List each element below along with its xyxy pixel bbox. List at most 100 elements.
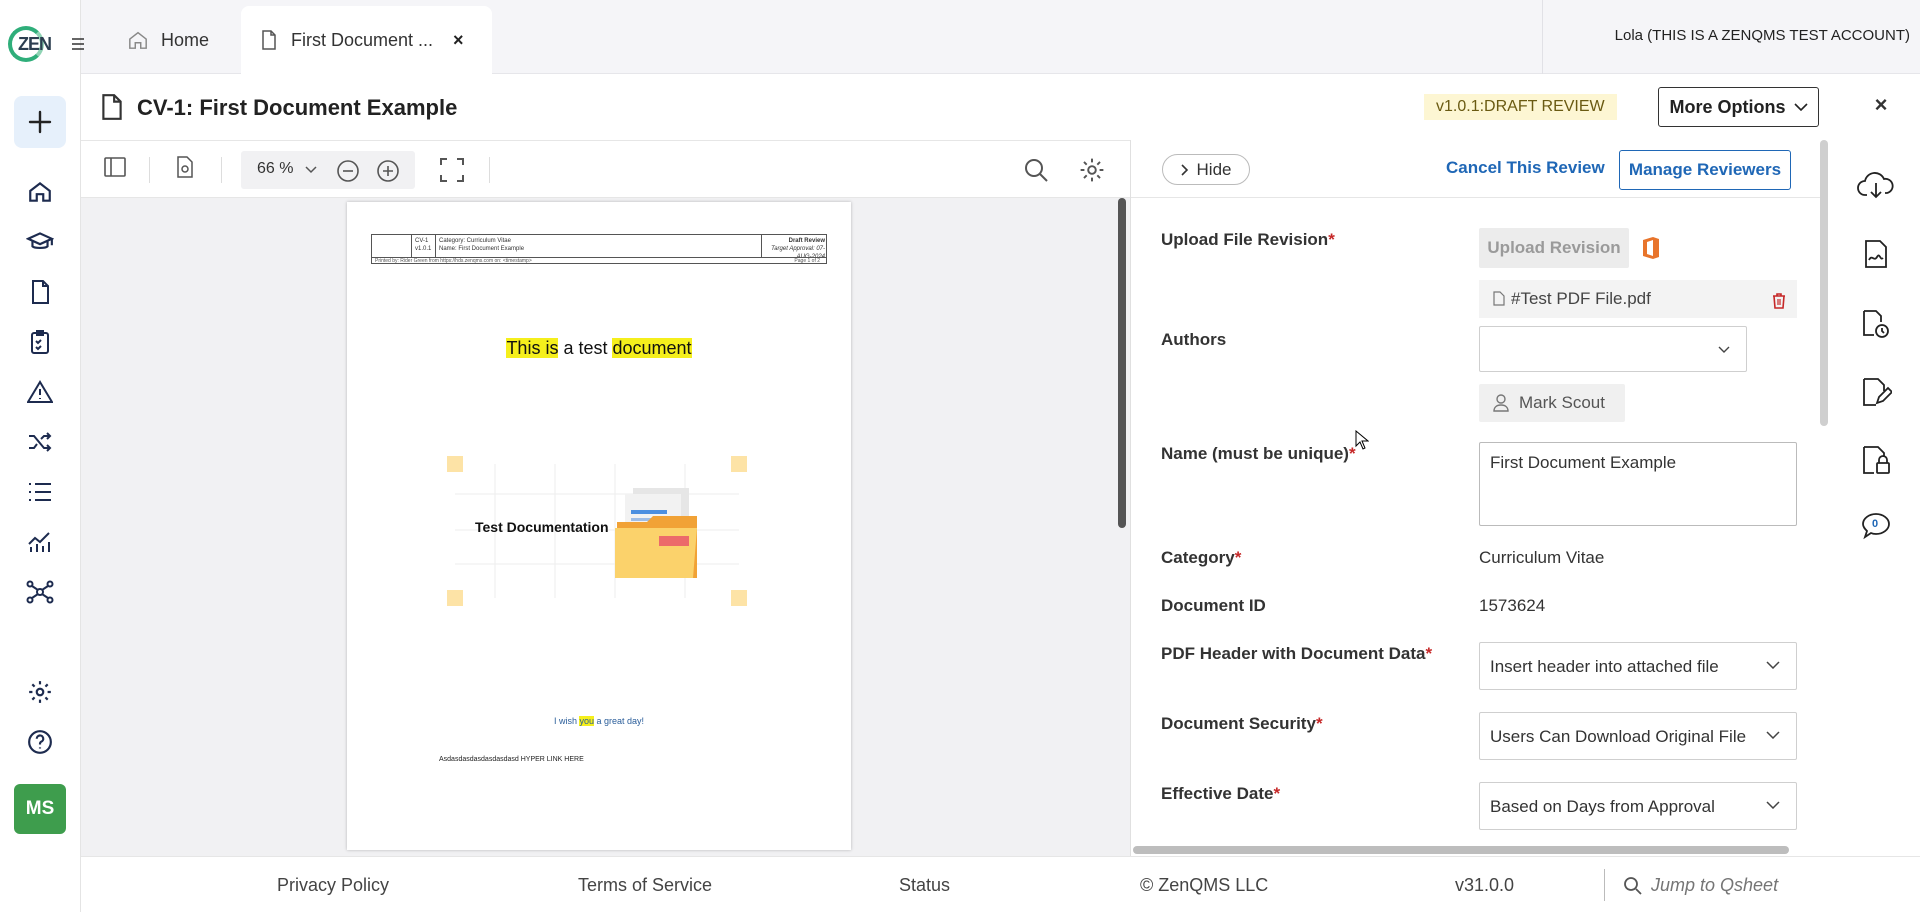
pdf-heading: This is a test document [506,338,692,358]
gear-icon[interactable] [1079,157,1105,183]
footer: Privacy Policy Terms of Service Status ©… [81,856,1920,912]
tab-document-label: First Document ... [291,29,434,50]
home-icon [129,31,147,49]
edit-document-button[interactable] [1856,372,1896,412]
more-options-button[interactable]: More Options [1658,87,1819,127]
privacy-policy-link[interactable]: Privacy Policy [277,875,389,896]
office-icon[interactable] [1641,236,1661,260]
comments-count: 0 [1872,518,1879,530]
trash-icon[interactable] [1771,292,1787,309]
pdf-viewer[interactable]: CV-1 v1.0.1 Category: Curriculum Vitae N… [81,198,1130,856]
cloud-download-icon [1857,172,1894,199]
nav-issues[interactable] [26,378,54,406]
tab-bar: Home First Document ... × Lola (THIS IS … [72,0,1920,74]
tab-document[interactable]: First Document ... × [241,6,492,74]
manage-reviewers-button[interactable]: Manage Reviewers [1619,150,1791,190]
shuffle-icon [29,432,52,452]
panel-horizontal-scrollbar[interactable] [1133,846,1789,854]
pdf-document-header: CV-1 v1.0.1 Category: Curriculum Vitae N… [371,234,827,264]
nav-documents[interactable] [26,278,54,306]
tab-home[interactable]: Home [127,6,209,74]
right-toolbar: 0 [1834,140,1920,856]
zoom-control: 66 % [241,151,415,189]
attached-file-row[interactable]: #Test PDF File.pdf [1479,280,1797,318]
search-icon[interactable] [1023,157,1049,183]
illustration-label: Test Documentation [475,519,609,535]
nav-training[interactable] [26,228,54,256]
terms-of-service-link[interactable]: Terms of Service [578,875,712,896]
close-document-button[interactable]: × [1868,92,1894,118]
hide-panel-button[interactable]: Hide [1162,154,1250,185]
toolbar-divider [149,157,150,183]
nav-home[interactable] [26,178,54,206]
status-link[interactable]: Status [899,875,950,896]
pdf-header-select[interactable]: Insert header into attached file [1479,642,1797,690]
name-label: Name (must be unique)* [1161,444,1356,463]
document-security-select[interactable]: Users Can Download Original File [1479,712,1797,760]
authors-label: Authors [1161,330,1227,349]
document-properties-panel: Hide Cancel This Review Manage Reviewers… [1130,140,1821,856]
effective-date-select[interactable]: Based on Days from Approval [1479,782,1797,830]
mouse-cursor-icon [1355,430,1369,450]
comments-button[interactable]: 0 [1856,506,1896,546]
nav-analytics[interactable] [26,528,54,556]
document-edit-icon [1863,378,1892,406]
jump-to-qsheet-input[interactable] [1651,875,1851,896]
author-name: Mark Scout [1519,393,1605,412]
document-icon [102,94,122,120]
analytics-chart-icon [28,532,50,552]
history-button[interactable] [1856,304,1896,344]
left-rail: ZEN MS [0,0,81,912]
menu-hamburger-icon[interactable] [71,38,85,50]
user-avatar[interactable]: MS [14,784,66,834]
document-security-label: Document Security* [1161,714,1323,733]
sidebar-toggle-icon[interactable] [103,155,127,179]
more-options-label: More Options [1669,96,1786,117]
category-value: Curriculum Vitae [1479,548,1605,567]
cancel-review-link[interactable]: Cancel This Review [1446,158,1605,178]
panel-vertical-scrollbar[interactable] [1820,140,1828,426]
user-icon [1493,394,1509,412]
nav-network[interactable] [26,578,54,606]
plus-icon [28,110,52,134]
nav-help[interactable] [26,728,54,756]
nav-checklist[interactable] [26,328,54,356]
create-new-button[interactable] [14,96,66,148]
nav-settings[interactable] [26,678,54,706]
zoom-in-icon[interactable] [376,159,400,183]
page-settings-icon[interactable] [175,155,195,179]
viewer-scrollbar[interactable] [1118,198,1126,528]
fullscreen-icon[interactable] [439,157,465,183]
pdf-header-label: PDF Header with Document Data* [1161,644,1433,663]
authors-select[interactable] [1479,326,1747,372]
status-badge: v1.0.1:DRAFT REVIEW [1424,94,1617,120]
zen-logo[interactable]: ZEN [8,26,54,62]
lock-document-button[interactable] [1856,440,1896,480]
author-chip[interactable]: Mark Scout [1479,384,1625,422]
account-divider [1542,0,1543,74]
pdf-hyperlink-text[interactable]: Asdasdasdasdasdasdasd HYPER LINK HERE [439,756,584,763]
document-id-label: Document ID [1161,596,1266,615]
home-icon [29,181,51,202]
document-icon [262,30,276,50]
upload-revision-button[interactable]: Upload Revision [1479,228,1629,268]
effective-date-selected: Based on Days from Approval [1490,797,1715,816]
pdf-header-footer: Printed by: Rider Green from https://hds… [372,257,826,264]
account-name[interactable]: Lola (THIS IS A ZENQMS TEST ACCOUNT) [1615,27,1910,44]
category-label: Category* [1161,548,1242,567]
zoom-out-icon[interactable] [336,159,360,183]
nav-lists[interactable] [26,478,54,506]
folder-icon [615,488,697,578]
name-field[interactable]: First Document Example [1479,442,1797,526]
document-security-selected: Users Can Download Original File [1490,727,1747,746]
search-icon [1624,876,1642,895]
download-button[interactable] [1856,166,1896,206]
chevron-down-icon[interactable] [305,166,317,174]
chevron-down-icon [1718,346,1730,353]
sign-button[interactable] [1856,234,1896,274]
zoom-level[interactable]: 66 % [257,160,293,178]
document-signature-icon [1865,240,1887,268]
help-circle-icon [28,730,52,754]
tab-close-icon[interactable]: × [453,30,464,51]
nav-change-control[interactable] [26,428,54,456]
